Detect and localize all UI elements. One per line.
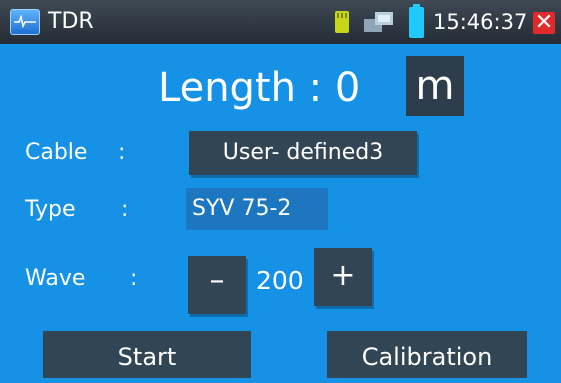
wave-label: Wave <box>25 266 86 291</box>
clock-time: 15:46:37 <box>433 10 528 34</box>
length-unit-selector[interactable]: m <box>406 56 464 116</box>
title-bar: TDR 15:46:37 ✕ <box>0 0 561 44</box>
close-icon[interactable]: ✕ <box>533 12 555 34</box>
calibration-button[interactable]: Calibration <box>327 331 527 378</box>
network-icon <box>364 12 393 32</box>
cable-colon: : <box>118 140 126 165</box>
wave-decrease-button[interactable]: – <box>188 256 246 314</box>
length-readout: Length : 0 <box>158 65 361 111</box>
wave-increase-button[interactable]: + <box>314 248 372 306</box>
cable-select-button[interactable]: User- defined3 <box>189 131 417 175</box>
type-label: Type <box>25 197 76 222</box>
start-button[interactable]: Start <box>43 331 251 378</box>
type-colon: : <box>121 197 129 222</box>
wave-value: 200 <box>256 266 304 295</box>
tdr-app-icon <box>10 9 40 35</box>
cable-label: Cable <box>25 140 88 165</box>
battery-icon <box>409 4 424 38</box>
sd-card-icon <box>335 11 349 33</box>
wave-colon: : <box>130 266 138 291</box>
type-value: SYV 75-2 <box>186 188 328 230</box>
app-title: TDR <box>48 9 94 34</box>
